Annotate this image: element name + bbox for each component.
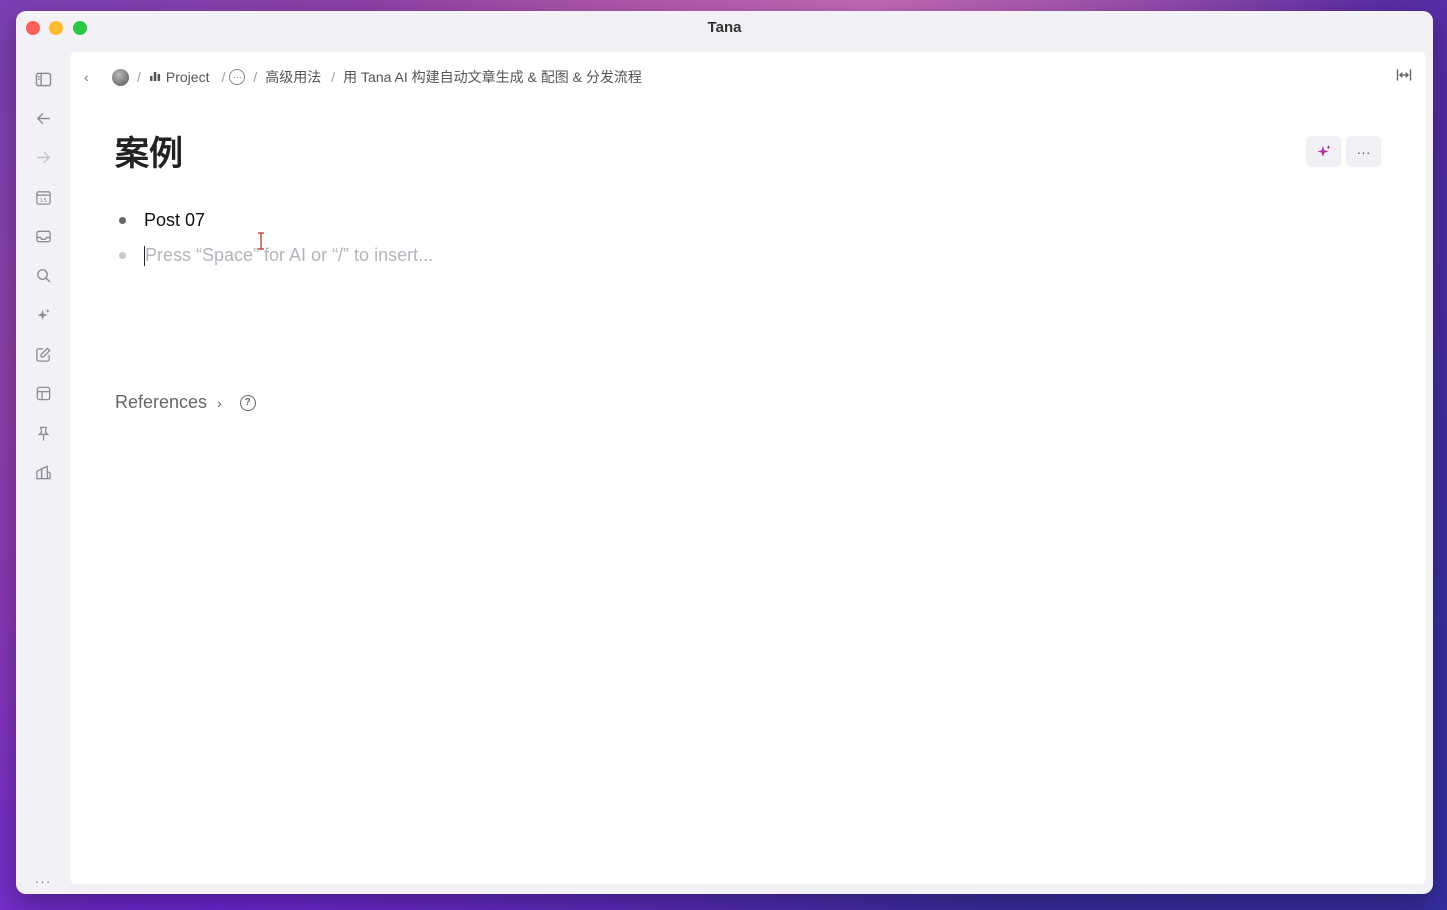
breadcrumb-separator: / (253, 69, 258, 85)
references-section[interactable]: References › ? (115, 392, 256, 413)
pin-icon[interactable] (33, 423, 53, 443)
expand-width-icon[interactable] (1396, 68, 1412, 85)
forward-arrow-icon[interactable] (33, 147, 53, 167)
list-item[interactable]: Post 07 (119, 210, 205, 231)
references-label[interactable]: References (115, 392, 207, 413)
chevron-right-icon[interactable]: › (217, 395, 222, 411)
ai-sparkle-icon[interactable] (33, 305, 53, 325)
svg-text:15: 15 (39, 198, 47, 204)
breadcrumb-separator: / (221, 69, 226, 85)
breadcrumb-more-icon[interactable]: ··· (229, 69, 246, 85)
breadcrumb-page[interactable]: 用 Tana AI 构建自动文章生成 & 配图 & 分发流程 (343, 67, 642, 87)
layout-icon[interactable] (33, 383, 53, 403)
window-title: Tana (707, 19, 742, 36)
titlebar: Tana (16, 11, 1433, 45)
ai-assist-button[interactable] (1306, 136, 1341, 167)
breadcrumb-back-button[interactable]: ‹ (84, 69, 102, 85)
ai-sparkle-icon (1317, 144, 1331, 157)
workspace-icon[interactable] (33, 462, 53, 482)
more-icon[interactable]: ··· (33, 871, 53, 891)
breadcrumb-section[interactable]: 高级用法 (265, 67, 321, 87)
calendar-icon[interactable]: 15 (33, 187, 53, 207)
bar-chart-icon (149, 70, 161, 85)
main-panel: ‹ / Project / ··· / 高级用法 / 用 Tana AI 构建自… (70, 52, 1426, 884)
help-icon[interactable]: ? (239, 394, 256, 411)
node-input-placeholder[interactable]: Press “Space” for AI or “/” to insert... (145, 245, 433, 266)
inbox-icon[interactable] (33, 226, 53, 246)
breadcrumb-separator: / (137, 69, 141, 85)
sidebar-toggle-icon[interactable] (33, 69, 53, 89)
breadcrumb-project[interactable]: Project (149, 69, 210, 85)
page-more-button[interactable]: ··· (1346, 136, 1381, 167)
edit-icon[interactable] (33, 344, 53, 364)
app-window: Tana 15 ··· ‹ / Project / ··· / 高级用法 / 用… (16, 11, 1433, 894)
sidebar: 15 ··· (16, 45, 70, 894)
mouse-ibeam-cursor-icon (256, 231, 266, 256)
back-arrow-icon[interactable] (33, 108, 53, 128)
breadcrumb: ‹ / Project / ··· / 高级用法 / 用 Tana AI 构建自… (84, 67, 642, 87)
bullet-icon[interactable] (119, 217, 126, 224)
search-icon[interactable] (33, 265, 53, 285)
breadcrumb-project-label: Project (165, 69, 210, 85)
new-node-row[interactable]: Press “Space” for AI or “/” to insert... (119, 245, 433, 266)
workspace-avatar[interactable] (112, 68, 129, 86)
breadcrumb-separator: / (331, 69, 336, 85)
node-text[interactable]: Post 07 (144, 210, 205, 231)
bullet-icon (119, 252, 126, 259)
page-title[interactable]: 案例 (115, 126, 183, 175)
